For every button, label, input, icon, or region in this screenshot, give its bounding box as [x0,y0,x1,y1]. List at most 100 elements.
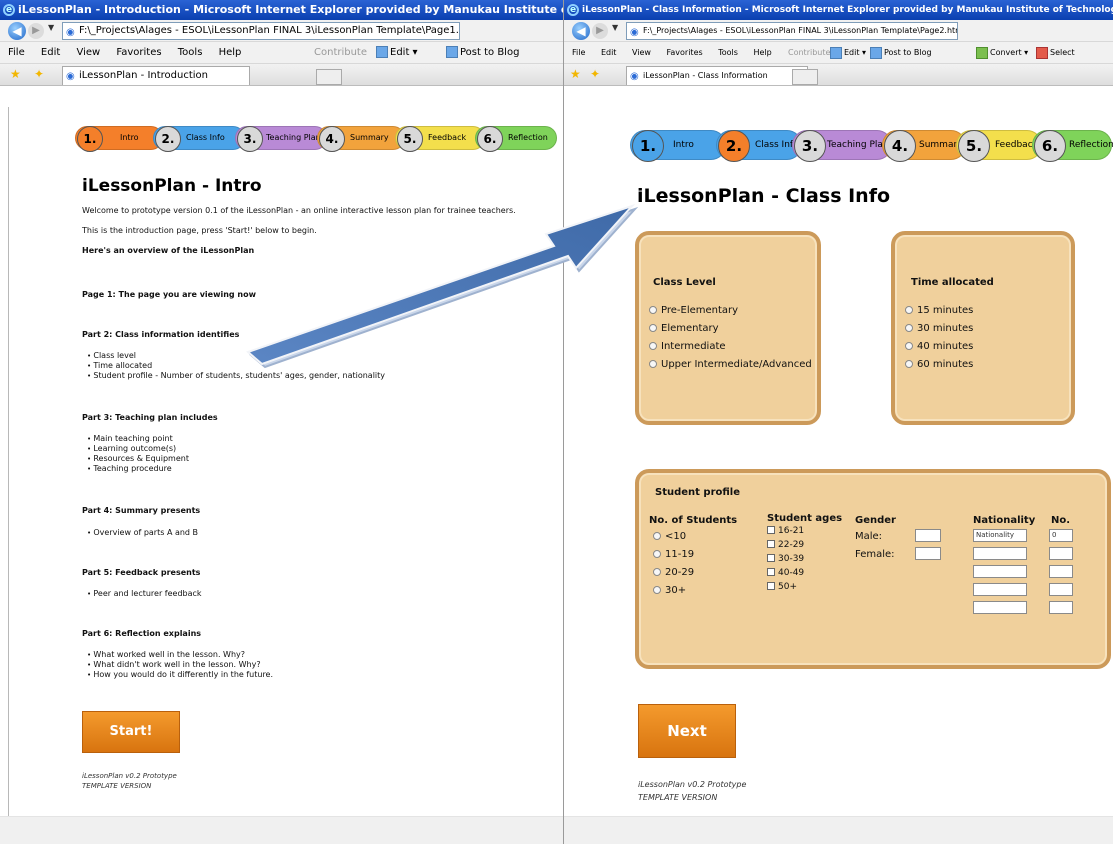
time-option[interactable]: 60 minutes [905,359,973,370]
students-option[interactable]: 11-19 [653,549,694,560]
left-active-tab[interactable]: ◉ iLessonPlan - Introduction [62,66,250,85]
radio-button[interactable] [653,586,661,594]
step-feedback[interactable]: 5. Feedback [956,130,1042,162]
back-arrow-icon[interactable]: ◀ [8,22,26,40]
part6-list: What worked well in the lesson. Why? Wha… [87,650,273,680]
step-intro[interactable]: 1. Intro [630,130,726,162]
nationality-input[interactable]: Nationality [973,529,1027,542]
checkbox[interactable] [767,540,775,548]
female-count-input[interactable] [915,547,941,560]
step-summary[interactable]: 4. Summary [882,130,966,162]
radio-button[interactable] [905,324,913,332]
radio-button[interactable] [905,306,913,314]
nationality-count-input[interactable] [1049,583,1073,596]
step-intro[interactable]: 1. Intro [75,126,163,152]
students-option[interactable]: 30+ [653,585,686,596]
favorites-star-icon[interactable]: ★ [10,67,21,81]
menu-edit[interactable]: Edit [41,47,60,58]
add-favorite-icon[interactable]: ✦ [34,67,44,81]
new-tab-button[interactable] [792,69,818,85]
option-label: 20-29 [665,567,695,578]
age-option[interactable]: 16-21 [767,526,804,536]
class-level-option[interactable]: Elementary [649,323,719,334]
nationality-header: Nationality [973,515,1036,526]
menu-view[interactable]: View [632,48,651,57]
back-arrow-icon[interactable]: ◀ [572,22,590,40]
menu-file[interactable]: File [8,47,25,58]
class-level-option[interactable]: Intermediate [649,341,726,352]
nationality-input[interactable] [973,601,1027,614]
male-count-input[interactable] [915,529,941,542]
checkbox[interactable] [767,554,775,562]
age-option[interactable]: 40-49 [767,568,804,578]
age-option[interactable]: 30-39 [767,554,804,564]
right-address-bar[interactable]: ◉ F:\_Projects\Alages - ESOL\iLessonPlan… [626,22,958,40]
history-dropdown-icon[interactable]: ▼ [612,23,618,32]
radio-button[interactable] [649,342,657,350]
radio-button[interactable] [905,360,913,368]
age-option[interactable]: 50+ [767,582,797,592]
convert-button[interactable]: Convert ▾ [976,42,1028,64]
step-class-info[interactable]: 2. Class Info [716,130,802,162]
next-button[interactable]: Next [638,704,736,758]
contribute-button[interactable]: Contribute [788,42,830,64]
edit-toolbar-button[interactable]: Edit ▾ [830,42,866,64]
history-dropdown-icon[interactable]: ▼ [48,23,54,32]
checkbox[interactable] [767,526,775,534]
right-active-tab[interactable]: ◉ iLessonPlan - Class Information [626,66,808,85]
post-to-blog-button[interactable]: Post to Blog [870,42,932,64]
checkbox[interactable] [767,582,775,590]
time-option[interactable]: 15 minutes [905,305,973,316]
checkbox[interactable] [767,568,775,576]
contribute-button[interactable]: Contribute [314,42,367,64]
step-feedback[interactable]: 5. Feedback [395,126,485,152]
add-favorite-icon[interactable]: ✦ [590,67,600,81]
menu-file[interactable]: File [572,48,585,57]
step-reflection[interactable]: 6. Reflection [475,126,557,152]
age-option[interactable]: 22-29 [767,540,804,550]
class-level-option[interactable]: Pre-Elementary [649,305,738,316]
nationality-input[interactable] [973,547,1027,560]
select-button[interactable]: Select [1036,42,1075,64]
radio-button[interactable] [653,568,661,576]
nationality-count-input[interactable] [1049,565,1073,578]
menu-favorites[interactable]: Favorites [667,48,703,57]
step-reflection[interactable]: 6. Reflection [1032,130,1113,162]
time-option[interactable]: 30 minutes [905,323,973,334]
radio-button[interactable] [653,532,661,540]
step-teaching-plan[interactable]: 3. Teaching Plan [235,126,327,152]
nationality-count-input[interactable] [1049,547,1073,560]
nationality-count-input[interactable] [1049,601,1073,614]
nationality-input[interactable] [973,583,1027,596]
radio-button[interactable] [649,360,657,368]
left-address-bar[interactable]: ◉ F:\_Projects\Alages - ESOL\iLessonPlan… [62,22,460,40]
step-teaching-plan[interactable]: 3. Teaching Plan [792,130,892,162]
students-option[interactable]: <10 [653,531,686,542]
list-item: Teaching procedure [87,464,189,474]
menu-help[interactable]: Help [219,47,242,58]
radio-button[interactable] [905,342,913,350]
menu-view[interactable]: View [76,47,100,58]
favorites-star-icon[interactable]: ★ [570,67,581,81]
forward-arrow-icon[interactable]: ▶ [592,23,608,39]
menu-help[interactable]: Help [753,48,771,57]
new-tab-button[interactable] [316,69,342,85]
nationality-input[interactable] [973,565,1027,578]
menu-favorites[interactable]: Favorites [116,47,161,58]
forward-arrow-icon[interactable]: ▶ [28,23,44,39]
time-option[interactable]: 40 minutes [905,341,973,352]
students-option[interactable]: 20-29 [653,567,694,578]
radio-button[interactable] [649,306,657,314]
post-to-blog-button[interactable]: Post to Blog [446,42,519,64]
nationality-count-input[interactable]: 0 [1049,529,1073,542]
radio-button[interactable] [649,324,657,332]
edit-toolbar-button[interactable]: Edit ▾ [376,42,418,64]
menu-edit[interactable]: Edit [601,48,617,57]
class-level-option[interactable]: Upper Intermediate/Advanced [649,359,812,370]
step-class-info[interactable]: 2. Class Info [153,126,245,152]
menu-tools[interactable]: Tools [718,48,738,57]
radio-button[interactable] [653,550,661,558]
menu-tools[interactable]: Tools [178,47,203,58]
step-summary[interactable]: 4. Summary [317,126,405,152]
start-button[interactable]: Start! [82,711,180,753]
